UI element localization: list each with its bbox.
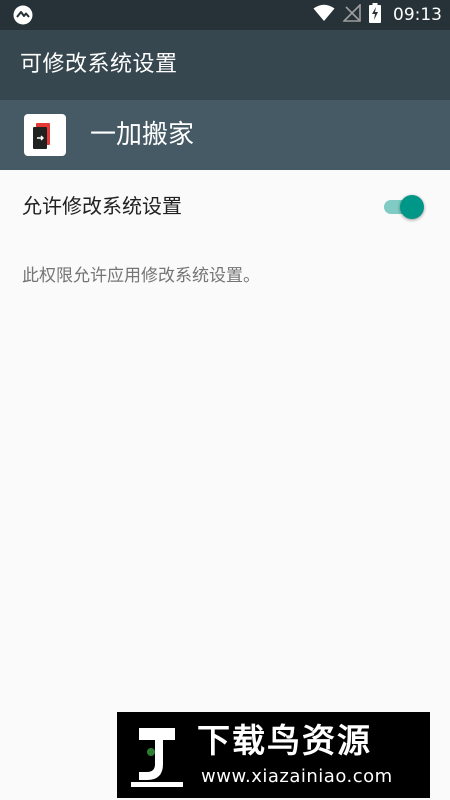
app-name: 一加搬家 <box>90 120 195 150</box>
wifi-icon <box>313 4 335 26</box>
setting-label: 允许修改系统设置 <box>22 194 182 218</box>
toggle-thumb <box>400 195 424 219</box>
no-signal-icon <box>342 3 361 26</box>
watermark-title: 下载鸟资源 <box>197 721 372 760</box>
watermark-banner: 下载鸟资源 www.xiazainiao.com <box>117 712 430 798</box>
permission-description: 此权限允许应用修改系统设置。 <box>22 266 260 286</box>
allow-modify-settings-row[interactable]: 允许修改系统设置 <box>0 170 450 242</box>
app-bar: 可修改系统设置 <box>0 30 450 100</box>
app-header: 一加搬家 <box>0 100 450 170</box>
notification-logo-icon <box>12 5 34 25</box>
app-icon <box>24 114 66 156</box>
page-title: 可修改系统设置 <box>20 52 178 77</box>
status-bar: 09:13 <box>0 0 450 30</box>
bird-logo-icon <box>125 720 189 790</box>
battery-charging-icon <box>369 3 381 27</box>
allow-modify-toggle[interactable] <box>382 195 428 219</box>
watermark-url: www.xiazainiao.com <box>201 766 393 787</box>
status-time: 09:13 <box>393 5 442 25</box>
